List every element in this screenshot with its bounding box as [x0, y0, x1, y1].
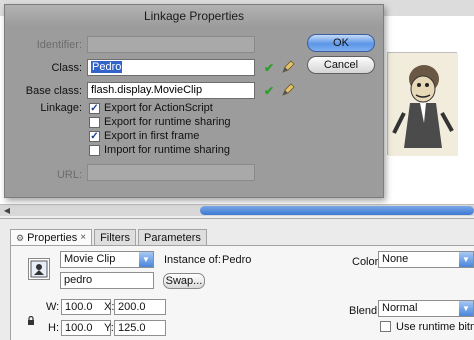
- linkage-properties-dialog: Linkage Properties Identifier: Class: Pe…: [4, 4, 384, 198]
- dialog-title: Linkage Properties: [5, 5, 383, 27]
- linkage-label: Linkage:: [40, 102, 82, 114]
- symbol-type-dropdown-icon[interactable]: ▼: [139, 252, 153, 267]
- y-label: Y:: [104, 322, 114, 334]
- base-class-label: Base class:: [25, 85, 82, 97]
- export-for-runtime-sharing-label: Export for runtime sharing: [104, 116, 231, 128]
- symbol-type-value: Movie Clip: [64, 253, 116, 265]
- instance-name-field[interactable]: pedro: [60, 272, 154, 289]
- export-in-first-frame-option[interactable]: ✓ Export in first frame: [89, 129, 199, 143]
- pedro-cartoon-image[interactable]: [387, 52, 458, 156]
- tab-properties-label: Properties: [27, 232, 78, 244]
- symbol-type-select[interactable]: Movie Clip ▼: [60, 251, 154, 268]
- color-select[interactable]: None ▼: [378, 251, 474, 268]
- cancel-button[interactable]: Cancel: [307, 56, 375, 74]
- panel-tabstrip: ⚙ Properties × Filters Parameters: [10, 229, 209, 246]
- export-for-runtime-sharing-option[interactable]: Export for runtime sharing: [89, 115, 231, 129]
- export-for-runtime-sharing-checkbox[interactable]: [89, 116, 100, 128]
- export-for-actionscript-option[interactable]: ✓ Export for ActionScript: [89, 101, 213, 115]
- instance-of-label: Instance of:: [164, 254, 221, 266]
- export-in-first-frame-checkbox[interactable]: ✓: [89, 130, 100, 142]
- export-in-first-frame-label: Export in first frame: [104, 130, 200, 142]
- x-label: X:: [104, 301, 115, 313]
- x-field[interactable]: 200.0: [114, 299, 166, 315]
- import-for-runtime-sharing-option[interactable]: Import for runtime sharing: [89, 143, 230, 157]
- import-for-runtime-sharing-checkbox[interactable]: [89, 144, 100, 156]
- instance-of-value: Pedro: [222, 254, 252, 266]
- class-edit-pencil-icon[interactable]: [281, 60, 295, 74]
- scrollbar-thumb[interactable]: [200, 206, 474, 215]
- lock-icon[interactable]: [27, 316, 35, 325]
- h-label: H:: [48, 322, 59, 334]
- blend-value: Normal: [382, 302, 418, 314]
- class-value: Pedro: [91, 61, 123, 73]
- ok-button[interactable]: OK: [307, 34, 375, 52]
- y-field[interactable]: 125.0: [114, 320, 166, 336]
- url-field[interactable]: [87, 164, 255, 181]
- w-label: W:: [46, 301, 60, 313]
- class-field[interactable]: Pedro: [87, 59, 255, 76]
- class-valid-check-icon[interactable]: ✔: [264, 62, 276, 74]
- base-class-field[interactable]: flash.display.MovieClip: [87, 82, 255, 99]
- url-label: URL:: [56, 169, 82, 181]
- blend-label: Blend:: [349, 305, 381, 317]
- class-label: Class:: [51, 62, 82, 74]
- blend-select[interactable]: Normal ▼: [378, 300, 474, 317]
- stage-horizontal-scrollbar[interactable]: ◀: [0, 204, 474, 216]
- movie-clip-symbol-icon: [28, 258, 50, 280]
- base-class-valid-check-icon[interactable]: ✔: [264, 85, 276, 97]
- export-for-actionscript-checkbox[interactable]: ✓: [89, 102, 100, 114]
- swap-button[interactable]: Swap...: [163, 273, 205, 289]
- base-class-edit-pencil-icon[interactable]: [281, 83, 295, 97]
- blend-dropdown-icon[interactable]: ▼: [459, 301, 473, 316]
- import-for-runtime-sharing-label: Import for runtime sharing: [104, 144, 230, 156]
- identifier-label: Identifier:: [36, 39, 82, 51]
- tab-filters-label: Filters: [100, 232, 131, 244]
- panel-gear-icon: ⚙: [16, 233, 25, 243]
- tab-parameters[interactable]: Parameters: [138, 229, 207, 246]
- identifier-field[interactable]: [87, 36, 255, 53]
- scroll-left-icon[interactable]: ◀: [2, 205, 12, 216]
- tab-parameters-label: Parameters: [144, 232, 201, 244]
- color-value: None: [382, 253, 409, 265]
- color-label: Color:: [352, 256, 382, 268]
- tab-filters[interactable]: Filters: [94, 229, 137, 246]
- color-dropdown-icon[interactable]: ▼: [459, 252, 473, 267]
- export-for-actionscript-label: Export for ActionScript: [104, 102, 213, 114]
- tab-close-icon[interactable]: ×: [80, 230, 86, 246]
- tab-properties[interactable]: ⚙ Properties ×: [10, 229, 93, 246]
- use-runtime-bitmap-checkbox[interactable]: [380, 321, 391, 332]
- use-runtime-bitmap-label: Use runtime bitmap: [396, 321, 474, 333]
